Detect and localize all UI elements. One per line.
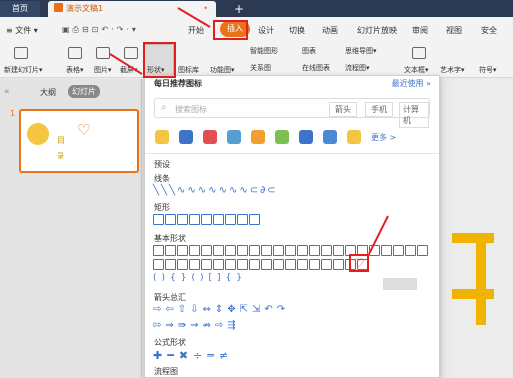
- arrow-to-heart: [368, 215, 389, 255]
- arrow-to-insert: [177, 7, 211, 28]
- annotation-arrows: [109, 7, 389, 255]
- arrow-to-shape: [109, 53, 143, 75]
